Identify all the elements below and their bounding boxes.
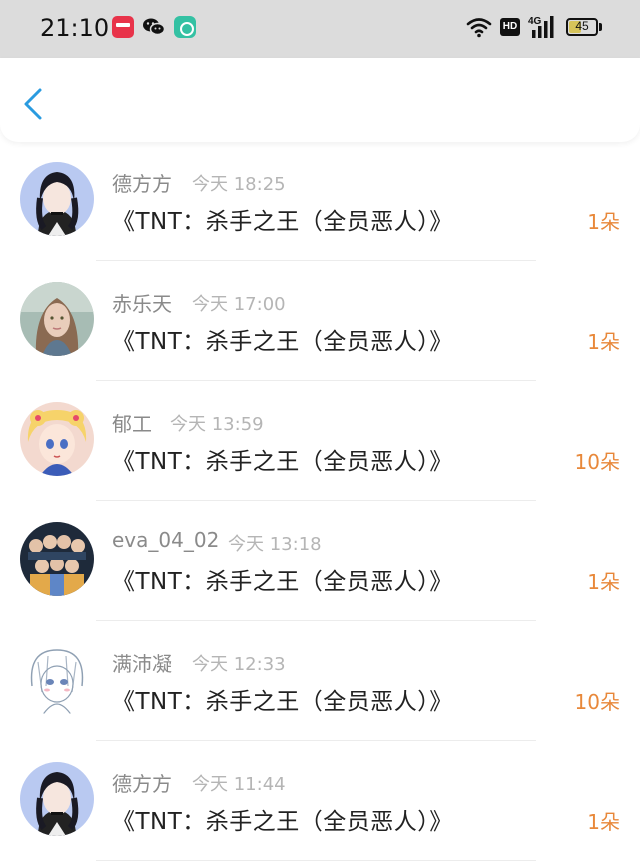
avatar[interactable] <box>20 522 94 596</box>
hd-badge: HD <box>500 18 520 36</box>
list-item[interactable]: 满沛凝 今天 12:33 《TNT：杀手之王（全员恶人）》 10朵 <box>0 622 640 742</box>
work-title: 《TNT：杀手之王（全员恶人）》 <box>112 809 453 835</box>
sender-name: 德方方 <box>112 772 172 796</box>
divider <box>96 740 536 741</box>
list-item[interactable]: 郁工 今天 13:59 《TNT：杀手之王（全员恶人）》 10朵 <box>0 382 640 502</box>
gift-time: 今天 13:18 <box>228 534 322 555</box>
status-time: 21:10 <box>40 14 110 42</box>
divider <box>96 260 536 261</box>
work-title: 《TNT：杀手之王（全员恶人）》 <box>112 449 453 475</box>
sender-name: 郁工 <box>112 412 152 436</box>
gift-amount: 1朵 <box>587 210 620 234</box>
gift-amount: 10朵 <box>574 450 620 474</box>
battery-tip <box>599 23 602 31</box>
chat-bubble-icon <box>174 16 196 38</box>
chevron-left-icon <box>24 88 42 120</box>
gift-amount: 1朵 <box>587 570 620 594</box>
battery-level: 45 <box>575 19 589 33</box>
app-badge-icon <box>112 16 134 38</box>
divider <box>96 860 536 861</box>
wechat-icon <box>142 16 166 38</box>
gift-time: 今天 12:33 <box>192 654 286 675</box>
avatar[interactable] <box>20 642 94 716</box>
divider <box>96 380 536 381</box>
gift-time: 今天 13:59 <box>170 414 264 435</box>
sender-name: 满沛凝 <box>112 652 172 676</box>
network-label: 4G <box>528 16 542 27</box>
sender-name: eva_04_02 <box>112 528 220 552</box>
work-title: 《TNT：杀手之王（全员恶人）》 <box>112 689 453 715</box>
work-title: 《TNT：杀手之王（全员恶人）》 <box>112 329 453 355</box>
gift-time: 今天 18:25 <box>192 174 286 195</box>
avatar[interactable] <box>20 282 94 356</box>
divider <box>96 500 536 501</box>
work-title: 《TNT：杀手之王（全员恶人）》 <box>112 209 453 235</box>
gift-time: 今天 11:44 <box>192 774 286 795</box>
back-button[interactable] <box>18 86 50 122</box>
gift-amount: 1朵 <box>587 810 620 834</box>
list-item[interactable]: 德方方 今天 18:25 《TNT：杀手之王（全员恶人）》 1朵 <box>0 142 640 262</box>
sender-name: 赤乐天 <box>112 292 172 316</box>
gift-list: 德方方 今天 18:25 《TNT：杀手之王（全员恶人）》 1朵 赤乐天 今天 … <box>0 142 640 862</box>
gift-amount: 1朵 <box>587 330 620 354</box>
sender-name: 德方方 <box>112 172 172 196</box>
avatar[interactable] <box>20 762 94 836</box>
battery-icon: 45 <box>566 18 598 36</box>
navigation-bar <box>0 58 640 142</box>
divider <box>96 620 536 621</box>
status-bar: 21:10 HD 4G 45 <box>0 0 640 58</box>
wifi-icon <box>466 16 492 42</box>
list-item[interactable]: 德方方 今天 11:44 《TNT：杀手之王（全员恶人）》 1朵 <box>0 742 640 862</box>
work-title: 《TNT：杀手之王（全员恶人）》 <box>112 569 453 595</box>
list-item[interactable]: 赤乐天 今天 17:00 《TNT：杀手之王（全员恶人）》 1朵 <box>0 262 640 382</box>
avatar[interactable] <box>20 162 94 236</box>
avatar[interactable] <box>20 402 94 476</box>
gift-amount: 10朵 <box>574 690 620 714</box>
list-item[interactable]: eva_04_02 今天 13:18 《TNT：杀手之王（全员恶人）》 1朵 <box>0 502 640 622</box>
gift-time: 今天 17:00 <box>192 294 286 315</box>
signal-icon: 4G <box>528 14 558 44</box>
